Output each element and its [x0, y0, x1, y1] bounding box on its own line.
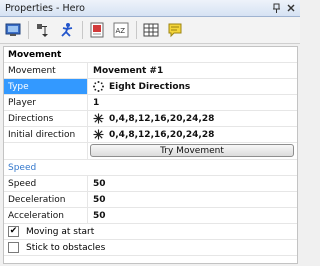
movement-icon[interactable] [57, 20, 77, 40]
close-icon[interactable] [285, 2, 297, 14]
property-label: Acceleration [4, 208, 88, 223]
moving-at-start-checkbox[interactable]: ✔ [8, 226, 19, 237]
eight-directions-icon [93, 81, 104, 92]
property-value: 0,4,8,12,16,20,24,28 [88, 111, 297, 126]
property-value: 50 [93, 194, 106, 205]
toolbar-separator [28, 21, 29, 39]
property-value-text: 0,4,8,12,16,20,24,28 [109, 113, 215, 124]
alterable-strings-icon[interactable]: AZ [111, 20, 131, 40]
property-value: 50 [93, 210, 106, 221]
option-stick-to-obstacles[interactable]: Stick to obstacles [4, 240, 297, 256]
property-value: Eight Directions [88, 79, 297, 94]
property-value: 0,4,8,12,16,20,24,28 [88, 127, 297, 142]
properties-toolbar: AZ [0, 17, 300, 44]
table-icon[interactable] [141, 20, 161, 40]
try-movement-row: Try Movement [4, 143, 297, 160]
window-title: Properties - Hero [5, 2, 85, 14]
try-movement-button[interactable]: Try Movement [90, 144, 294, 157]
svg-text:AZ: AZ [116, 27, 126, 35]
option-moving-at-start[interactable]: ✔ Moving at start [4, 224, 297, 240]
property-row-directions[interactable]: Directions 0,4,8,12,16,20,24,28 [4, 111, 297, 127]
checkbox-label: Stick to obstacles [26, 242, 106, 253]
checkbox-label: Moving at start [26, 226, 95, 237]
empty-label-cell [4, 143, 88, 159]
direction-asterisk-icon [93, 129, 104, 140]
property-grid: Movement Movement Movement #1 Type Eight… [3, 46, 298, 264]
direction-asterisk-icon [93, 113, 104, 124]
property-row-movement[interactable]: Movement Movement #1 [4, 63, 297, 79]
toolbar-separator [82, 21, 83, 39]
property-row-deceleration[interactable]: Deceleration 50 [4, 192, 297, 208]
property-label: Movement [4, 63, 88, 78]
toolbar-separator [136, 21, 137, 39]
property-label: Speed [4, 176, 88, 191]
property-value: Movement #1 [93, 65, 164, 76]
section-header-speed: Speed [4, 160, 297, 176]
property-label: Type [4, 79, 88, 94]
property-value-text: 0,4,8,12,16,20,24,28 [109, 129, 215, 140]
property-row-speed[interactable]: Speed 50 [4, 176, 297, 192]
property-row-type[interactable]: Type Eight Directions [4, 79, 297, 95]
section-header-movement: Movement [4, 47, 297, 63]
display-icon[interactable] [3, 20, 23, 40]
stick-to-obstacles-checkbox[interactable] [8, 242, 19, 253]
property-row-acceleration[interactable]: Acceleration 50 [4, 208, 297, 224]
properties-title-bar: Properties - Hero [0, 0, 300, 17]
property-label: Deceleration [4, 192, 88, 207]
property-value: 50 [93, 178, 106, 189]
values-icon[interactable] [87, 20, 107, 40]
property-label: Initial direction [4, 127, 88, 142]
property-value: 1 [93, 97, 100, 108]
pin-icon[interactable] [270, 2, 282, 14]
property-label: Player [4, 95, 88, 110]
property-row-initial-direction[interactable]: Initial direction 0,4,8,12,16,20,24,28 [4, 127, 297, 143]
property-row-player[interactable]: Player 1 [4, 95, 297, 111]
about-icon[interactable] [165, 20, 185, 40]
actions-icon[interactable] [33, 20, 53, 40]
property-value-text: Eight Directions [109, 81, 191, 92]
property-label: Directions [4, 111, 88, 126]
